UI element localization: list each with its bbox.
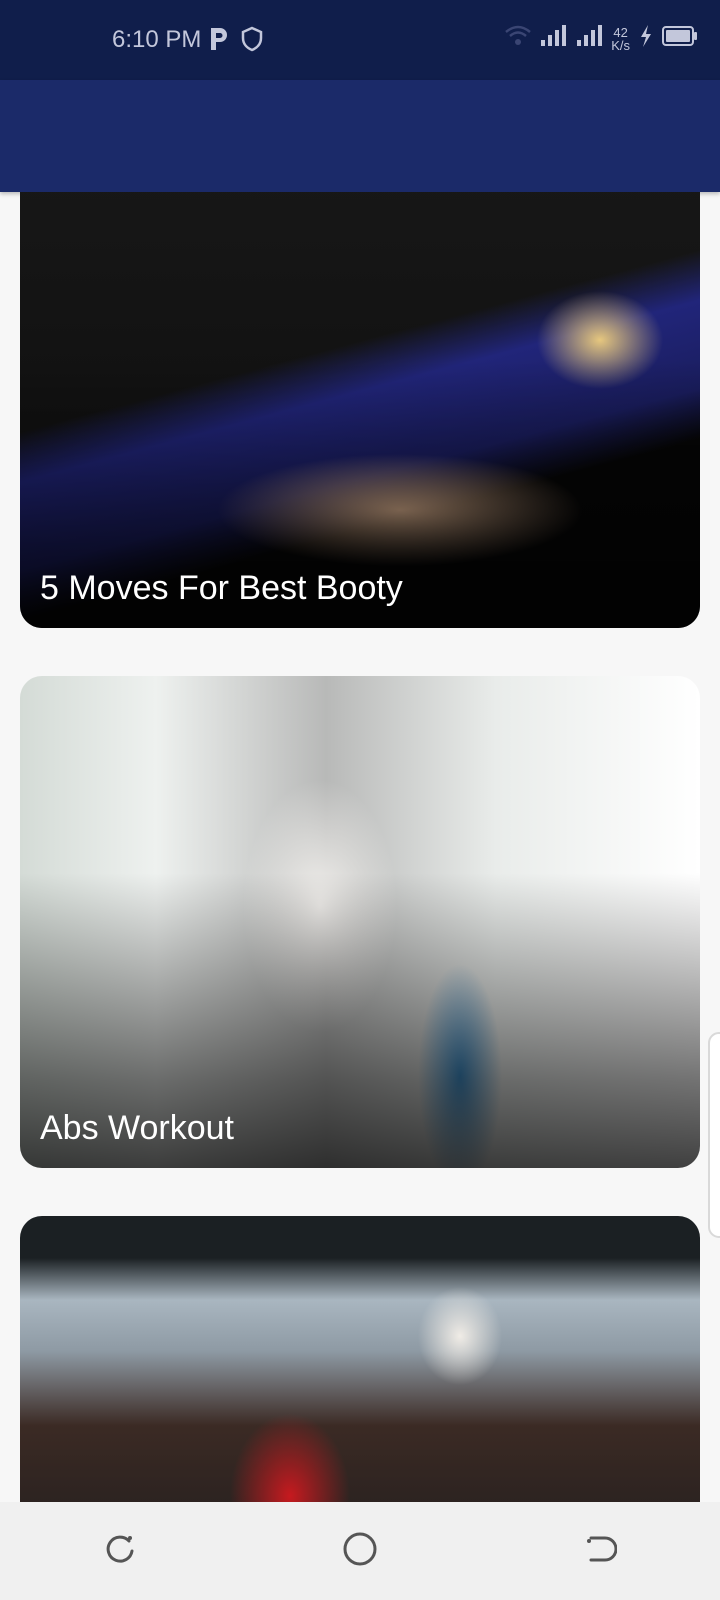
card-title: 5 Moves For Best Booty	[40, 569, 403, 607]
home-icon	[342, 1531, 378, 1572]
navigation-bar	[0, 1502, 720, 1600]
back-icon	[583, 1532, 618, 1571]
edge-panel-handle[interactable]	[708, 1032, 720, 1238]
status-time: 6:10 PM	[112, 26, 202, 53]
network-speed: 42 K/s	[611, 26, 630, 52]
charging-icon	[638, 24, 654, 53]
signal-icon	[575, 24, 603, 53]
workout-card[interactable]: Abs Workout	[20, 676, 700, 1168]
back-button[interactable]	[570, 1521, 630, 1581]
workout-card[interactable]	[20, 1216, 700, 1502]
battery-icon	[662, 25, 698, 52]
recents-button[interactable]	[90, 1521, 150, 1581]
p-icon	[208, 26, 230, 57]
shield-icon	[240, 26, 264, 57]
card-title: Abs Workout	[40, 1109, 235, 1147]
status-notification-icons	[208, 26, 264, 57]
app-bar	[0, 80, 720, 192]
workout-list[interactable]: 5 Moves For Best Booty Abs Workout	[0, 192, 720, 1502]
network-speed-unit: K/s	[611, 37, 630, 53]
signal-icon	[539, 24, 567, 53]
home-button[interactable]	[330, 1521, 390, 1581]
recents-icon	[103, 1532, 137, 1571]
wifi-icon	[505, 24, 532, 53]
network-speed-value: 42	[613, 24, 628, 40]
status-bar: 6:10 PM 42 K/s	[0, 0, 720, 80]
status-system-icons: 42 K/s	[505, 24, 698, 53]
workout-card[interactable]: 5 Moves For Best Booty	[20, 192, 700, 628]
